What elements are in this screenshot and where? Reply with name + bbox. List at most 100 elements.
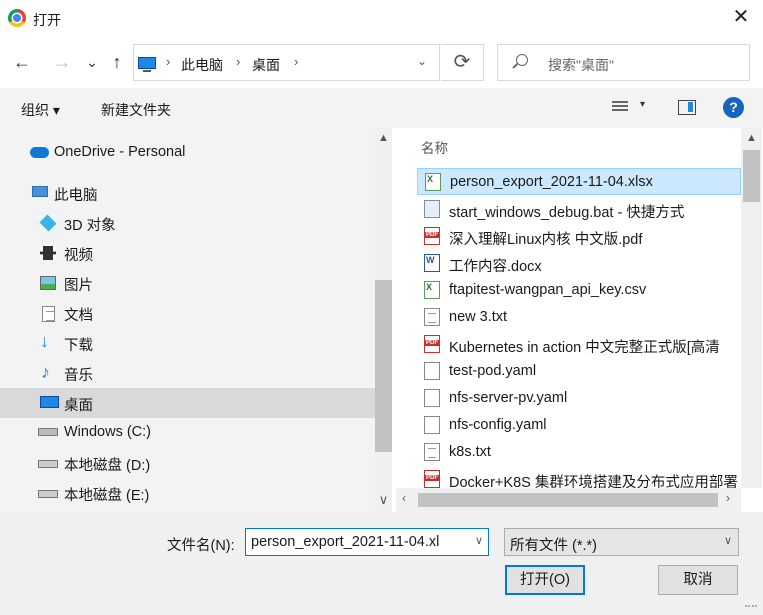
sidebar-item-3d-objects[interactable]: 3D 对象 bbox=[0, 208, 375, 238]
file-row[interactable]: 深入理解Linux内核 中文版.pdf bbox=[417, 223, 741, 250]
breadcrumb-this-pc[interactable]: 此电脑 bbox=[181, 55, 223, 75]
file-row[interactable]: new 3.txt bbox=[417, 304, 741, 331]
close-button[interactable]: ✕ bbox=[730, 6, 752, 28]
sidebar-item-music[interactable]: ♪ 音乐 bbox=[0, 358, 375, 388]
file-list-vertical-scrollbar[interactable]: ▲ bbox=[741, 128, 762, 488]
column-header-name[interactable]: 名称 bbox=[421, 137, 448, 157]
music-icon: ♪ bbox=[41, 362, 50, 382]
search-icon bbox=[516, 54, 528, 66]
file-list: 名称 person_export_2021-11-04.xlsx start_w… bbox=[396, 128, 741, 488]
word-file-icon bbox=[424, 254, 440, 272]
cloud-icon bbox=[30, 147, 49, 158]
chevron-down-icon[interactable]: ∨ bbox=[475, 534, 483, 547]
navigation-bar: ← → ⌄ ↑ › 此电脑 › 桌面 › ⌄ ⟳ 搜索"桌面" bbox=[0, 40, 763, 84]
file-name: k8s.txt bbox=[449, 444, 491, 460]
file-name: 工作内容.docx bbox=[449, 259, 542, 275]
sidebar-item-label: 文档 bbox=[64, 308, 93, 324]
sidebar-item-label: 视频 bbox=[64, 248, 93, 264]
filename-input[interactable]: person_export_2021-11-04.xl ∨ bbox=[245, 528, 489, 556]
refresh-button[interactable]: ⟳ bbox=[441, 44, 484, 81]
filename-value[interactable]: person_export_2021-11-04.xl bbox=[251, 534, 467, 550]
preview-pane-icon[interactable] bbox=[678, 100, 696, 115]
view-dropdown[interactable]: ▾ bbox=[640, 99, 645, 110]
file-row[interactable]: k8s.txt bbox=[417, 439, 741, 466]
chevron-right-icon[interactable]: › bbox=[166, 54, 170, 69]
recent-locations-button[interactable]: ⌄ bbox=[80, 50, 104, 74]
sidebar-item-downloads[interactable]: ↓ 下载 bbox=[0, 328, 375, 358]
new-folder-button[interactable]: 新建文件夹 bbox=[101, 100, 171, 120]
sidebar-item-label: 3D 对象 bbox=[64, 218, 116, 234]
pdf-file-icon bbox=[424, 470, 440, 488]
open-button[interactable]: 打开(O) bbox=[505, 565, 585, 595]
chevron-down-icon[interactable]: ∨ bbox=[724, 534, 732, 547]
computer-icon bbox=[138, 57, 156, 72]
sidebar-scrollbar[interactable]: ▲ ∨ bbox=[375, 128, 392, 512]
sidebar-item-label: 图片 bbox=[64, 278, 93, 294]
picture-icon bbox=[40, 276, 56, 290]
cancel-button[interactable]: 取消 bbox=[658, 565, 738, 595]
file-row[interactable]: ftapitest-wangpan_api_key.csv bbox=[417, 277, 741, 304]
document-icon bbox=[42, 306, 55, 322]
chevron-right-icon[interactable]: › bbox=[236, 54, 240, 69]
file-row[interactable]: 工作内容.docx bbox=[417, 250, 741, 277]
file-name: 深入理解Linux内核 中文版.pdf bbox=[449, 232, 643, 248]
file-row[interactable]: Docker+K8S 集群环境搭建及分布式应用部署 bbox=[417, 466, 741, 488]
file-row[interactable]: person_export_2021-11-04.xlsx bbox=[417, 168, 741, 195]
blank-file-icon bbox=[424, 362, 440, 380]
search-input[interactable]: 搜索"桌面" bbox=[497, 44, 750, 81]
scroll-thumb[interactable] bbox=[375, 280, 392, 452]
title-bar: 打开 ✕ bbox=[0, 0, 763, 36]
scroll-up-arrow[interactable]: ▲ bbox=[375, 132, 392, 144]
pdf-file-icon bbox=[424, 227, 440, 245]
filename-label: 文件名(N): bbox=[167, 538, 235, 554]
file-name: Docker+K8S 集群环境搭建及分布式应用部署 bbox=[449, 475, 738, 488]
chevron-right-icon[interactable]: › bbox=[294, 54, 298, 69]
sidebar-item-label: OneDrive - Personal bbox=[54, 144, 186, 160]
scroll-left-arrow[interactable]: ‹ bbox=[402, 491, 406, 505]
sidebar-item-this-pc[interactable]: 此电脑 bbox=[0, 178, 375, 208]
address-bar[interactable]: › 此电脑 › 桌面 › ⌄ bbox=[133, 44, 440, 81]
pdf-file-icon bbox=[424, 335, 440, 353]
shortcut-file-icon bbox=[424, 200, 440, 218]
sidebar-item-onedrive[interactable]: OneDrive - Personal bbox=[0, 138, 375, 168]
excel-file-icon bbox=[425, 173, 441, 191]
file-list-horizontal-scrollbar[interactable]: ‹ › bbox=[396, 488, 741, 512]
sidebar-item-documents[interactable]: 文档 bbox=[0, 298, 375, 328]
help-button[interactable]: ? bbox=[723, 97, 744, 118]
sidebar-item-label: 桌面 bbox=[64, 398, 93, 414]
sidebar-item-label: 此电脑 bbox=[54, 188, 98, 204]
sidebar-item-label: 音乐 bbox=[64, 368, 93, 384]
sidebar-item-pictures[interactable]: 图片 bbox=[0, 268, 375, 298]
view-list-icon[interactable] bbox=[612, 101, 628, 114]
up-button[interactable]: ↑ bbox=[105, 50, 129, 74]
file-type-select[interactable]: 所有文件 (*.*) ∨ bbox=[504, 528, 739, 556]
file-row[interactable]: test-pod.yaml bbox=[417, 358, 741, 385]
sidebar-item-windows-c[interactable]: Windows (C:) bbox=[0, 418, 375, 448]
scroll-right-arrow[interactable]: › bbox=[726, 491, 730, 505]
scroll-thumb[interactable] bbox=[418, 493, 718, 507]
drive-icon bbox=[38, 490, 58, 498]
breadcrumb-desktop[interactable]: 桌面 bbox=[252, 55, 280, 75]
download-icon: ↓ bbox=[40, 331, 49, 351]
sidebar-item-label: 下载 bbox=[64, 338, 93, 354]
back-button[interactable]: ← bbox=[10, 50, 34, 74]
forward-button[interactable]: → bbox=[50, 50, 74, 74]
organize-button[interactable]: 组织 ▾ bbox=[21, 100, 60, 120]
file-name: person_export_2021-11-04.xlsx bbox=[450, 174, 653, 190]
sidebar-item-drive-e[interactable]: 本地磁盘 (E:) bbox=[0, 478, 375, 508]
file-row[interactable]: nfs-config.yaml bbox=[417, 412, 741, 439]
resize-grip[interactable] bbox=[745, 605, 757, 613]
chevron-down-icon[interactable]: ⌄ bbox=[417, 54, 427, 68]
sidebar-item-drive-d[interactable]: 本地磁盘 (D:) bbox=[0, 448, 375, 478]
scroll-down-arrow[interactable]: ∨ bbox=[375, 492, 392, 508]
file-row[interactable]: start_windows_debug.bat - 快捷方式 bbox=[417, 196, 741, 223]
sidebar-item-desktop[interactable]: 桌面 bbox=[0, 388, 375, 418]
file-name: nfs-server-pv.yaml bbox=[449, 390, 568, 406]
blank-file-icon bbox=[424, 416, 440, 434]
scroll-thumb[interactable] bbox=[743, 150, 760, 202]
command-toolbar: 组织 ▾ 新建文件夹 ▾ ? bbox=[0, 88, 763, 128]
file-row[interactable]: nfs-server-pv.yaml bbox=[417, 385, 741, 412]
scroll-up-arrow[interactable]: ▲ bbox=[743, 132, 760, 144]
sidebar-item-videos[interactable]: 视频 bbox=[0, 238, 375, 268]
file-row[interactable]: Kubernetes in action 中文完整正式版[高清 bbox=[417, 331, 741, 358]
